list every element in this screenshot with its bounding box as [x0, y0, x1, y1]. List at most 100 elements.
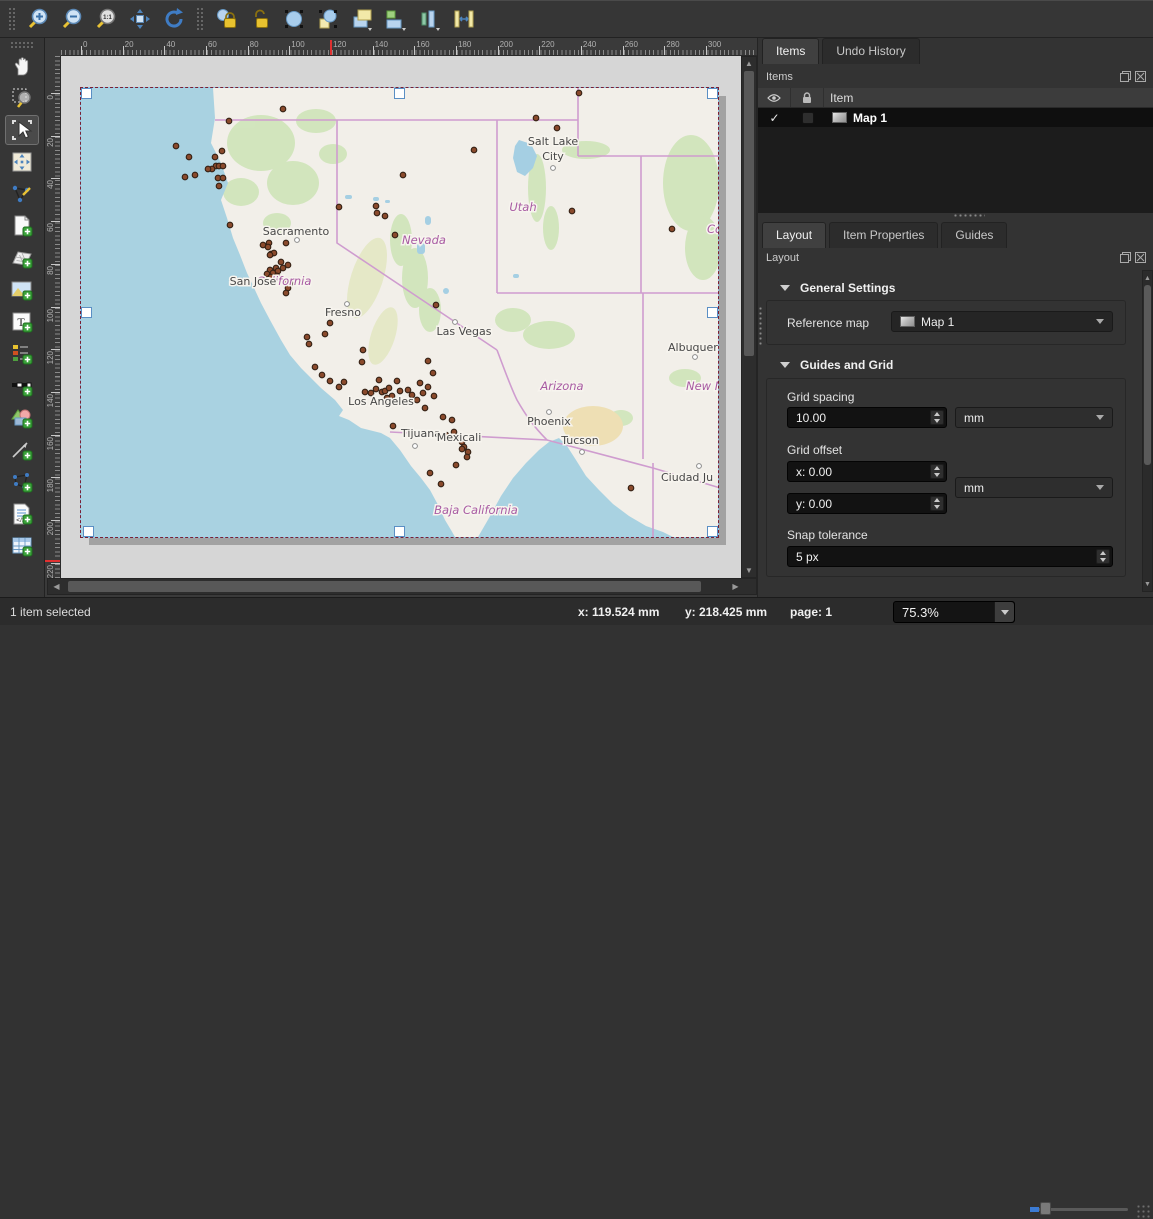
spin-down-icon[interactable]: [934, 473, 940, 477]
panel-splitter-grip[interactable]: [758, 306, 764, 346]
spin-up-icon[interactable]: [1100, 551, 1106, 555]
toolbar-button-deselect-all[interactable]: [312, 4, 344, 34]
visibility-checkmark[interactable]: ✓: [758, 111, 791, 125]
vscroll-thumb[interactable]: [744, 71, 754, 356]
tab-undo-history[interactable]: Undo History: [822, 38, 919, 64]
spin-up-icon[interactable]: [934, 466, 940, 470]
reference-map-combo[interactable]: Map 1: [891, 311, 1113, 332]
spin-up-icon[interactable]: [934, 498, 940, 502]
zoom-combo-dropdown-button[interactable]: [994, 602, 1014, 622]
handle-mid-left[interactable]: [81, 307, 92, 318]
toolbox-button-add-table[interactable]: [5, 531, 39, 561]
tab-items[interactable]: Items: [762, 38, 819, 64]
scroll-down-arrow[interactable]: ▼: [742, 564, 756, 577]
canvas-vscrollbar[interactable]: ▲ ▼: [741, 56, 757, 578]
tab-guides[interactable]: Guides: [941, 222, 1007, 248]
lock-checkbox[interactable]: [791, 112, 824, 124]
scroll-left-arrow[interactable]: ◀: [50, 579, 63, 594]
toolbox-button-add-picture[interactable]: [5, 275, 39, 305]
toolbox-button-add-map[interactable]: [5, 243, 39, 273]
spin-arrows[interactable]: [930, 464, 944, 479]
toolbar-button-lock-items[interactable]: [210, 4, 242, 34]
status-bar: 1 item selected x: 119.524 mm y: 218.425…: [0, 597, 1153, 625]
toolbar-button-refresh[interactable]: [158, 4, 190, 34]
grid-spacing-unit-combo[interactable]: mm: [955, 407, 1113, 428]
handle-mid-right[interactable]: [707, 307, 718, 318]
toolbox-button-add-node-item[interactable]: [5, 467, 39, 497]
close-panel-icon[interactable]: [1135, 71, 1146, 82]
map-data-point: [312, 364, 318, 370]
grid-offset-y-spinbox[interactable]: y: 0.00: [787, 493, 947, 514]
guides-grid-header[interactable]: Guides and Grid: [780, 358, 893, 372]
toolbox-button-add-label[interactable]: T: [5, 307, 39, 337]
spin-arrows[interactable]: [1096, 549, 1110, 564]
handle-top-left[interactable]: [81, 88, 92, 99]
properties-scrollbar[interactable]: ▲ ▼: [1142, 270, 1153, 592]
ruler-label: 220: [541, 40, 554, 49]
ruler-major-tick: [51, 435, 61, 436]
scroll-up-arrow[interactable]: ▲: [1143, 272, 1152, 284]
spin-arrows[interactable]: [930, 410, 944, 425]
grid-spacing-spinbox[interactable]: 10.00: [787, 407, 947, 428]
toolbox-button-pan[interactable]: [5, 51, 39, 81]
toolbar-button-zoom-full[interactable]: [124, 4, 156, 34]
toolbox-button-add-page[interactable]: [5, 211, 39, 241]
toolbox-button-zoom[interactable]: [5, 83, 39, 113]
tab-layout[interactable]: Layout: [762, 222, 826, 248]
window-resize-grip[interactable]: [1136, 1204, 1151, 1219]
items-row-map1[interactable]: ✓ Map 1: [758, 108, 1153, 127]
scroll-down-arrow[interactable]: ▼: [1143, 578, 1152, 590]
zoom-slider-handle[interactable]: [1040, 1202, 1051, 1215]
scroll-up-arrow[interactable]: ▲: [742, 57, 756, 70]
grid-offset-x-spinbox[interactable]: x: 0.00: [787, 461, 947, 482]
properties-scroll-thumb[interactable]: [1144, 285, 1151, 465]
layout-viewport[interactable]: CaliforniaNevadaUtahArizonaNew MCoBaja C…: [61, 56, 741, 578]
spin-down-icon[interactable]: [934, 419, 940, 423]
spin-up-icon[interactable]: [934, 412, 940, 416]
toolbar-button-unlock-items[interactable]: [244, 4, 276, 34]
toolbox-button-select-move-item[interactable]: [5, 115, 39, 145]
spin-arrows[interactable]: [930, 496, 944, 511]
toolbar-button-zoom-out[interactable]: [56, 4, 88, 34]
toolbox-button-add-legend[interactable]: [5, 339, 39, 369]
visibility-column-header: [758, 88, 791, 107]
grid-offset-unit-combo[interactable]: mm: [955, 477, 1113, 498]
toolbar-button-select-all[interactable]: [278, 4, 310, 34]
float-panel-icon[interactable]: [1120, 252, 1131, 263]
toolbox-button-move-item-content[interactable]: [5, 147, 39, 177]
spin-down-icon[interactable]: [934, 505, 940, 509]
hscroll-thumb[interactable]: [68, 581, 701, 592]
grid-offset-x-value: x: 0.00: [796, 465, 832, 479]
toolbox-button-add-arrow[interactable]: [5, 435, 39, 465]
toolbar-button-zoom-actual[interactable]: 1:1: [90, 4, 122, 34]
toolbar-button-resize-items[interactable]: [448, 4, 480, 34]
toolbar-button-distribute-items[interactable]: [414, 4, 446, 34]
general-settings-header[interactable]: General Settings: [780, 281, 895, 295]
zoom-level-combo[interactable]: 75.3%: [893, 601, 1015, 623]
spin-down-icon[interactable]: [1100, 558, 1106, 562]
toolbox-button-add-shape[interactable]: [5, 403, 39, 433]
map-data-point: [533, 115, 539, 121]
handle-bottom-left[interactable]: [83, 526, 94, 537]
dock-splitter-grip[interactable]: [953, 213, 985, 219]
toolbar-button-zoom-in[interactable]: [22, 4, 54, 34]
toolbox-button-add-scalebar[interactable]: [5, 371, 39, 401]
handle-top-right[interactable]: [707, 88, 718, 99]
scroll-right-arrow[interactable]: ▶: [729, 579, 742, 594]
canvas-hscrollbar[interactable]: ◀ ▶: [47, 578, 757, 595]
toolbar-button-raise-items[interactable]: [346, 4, 378, 34]
map-item[interactable]: CaliforniaNevadaUtahArizonaNew MCoBaja C…: [81, 88, 718, 537]
zoom-full-icon: [128, 7, 152, 31]
toolbox-button-edit-nodes-item[interactable]: [5, 179, 39, 209]
toolbar-button-align-items[interactable]: [380, 4, 412, 34]
snap-tolerance-spinbox[interactable]: 5 px: [787, 546, 1113, 567]
handle-bottom-center[interactable]: [394, 526, 405, 537]
handle-bottom-right[interactable]: [707, 526, 718, 537]
tab-item-properties[interactable]: Item Properties: [829, 222, 938, 248]
chevron-down-icon: [1096, 415, 1104, 420]
layout-page[interactable]: CaliforniaNevadaUtahArizonaNew MCoBaja C…: [81, 88, 718, 537]
float-panel-icon[interactable]: [1120, 71, 1131, 82]
handle-top-center[interactable]: [394, 88, 405, 99]
toolbox-button-add-html[interactable]: </>: [5, 499, 39, 529]
close-panel-icon[interactable]: [1135, 252, 1146, 263]
